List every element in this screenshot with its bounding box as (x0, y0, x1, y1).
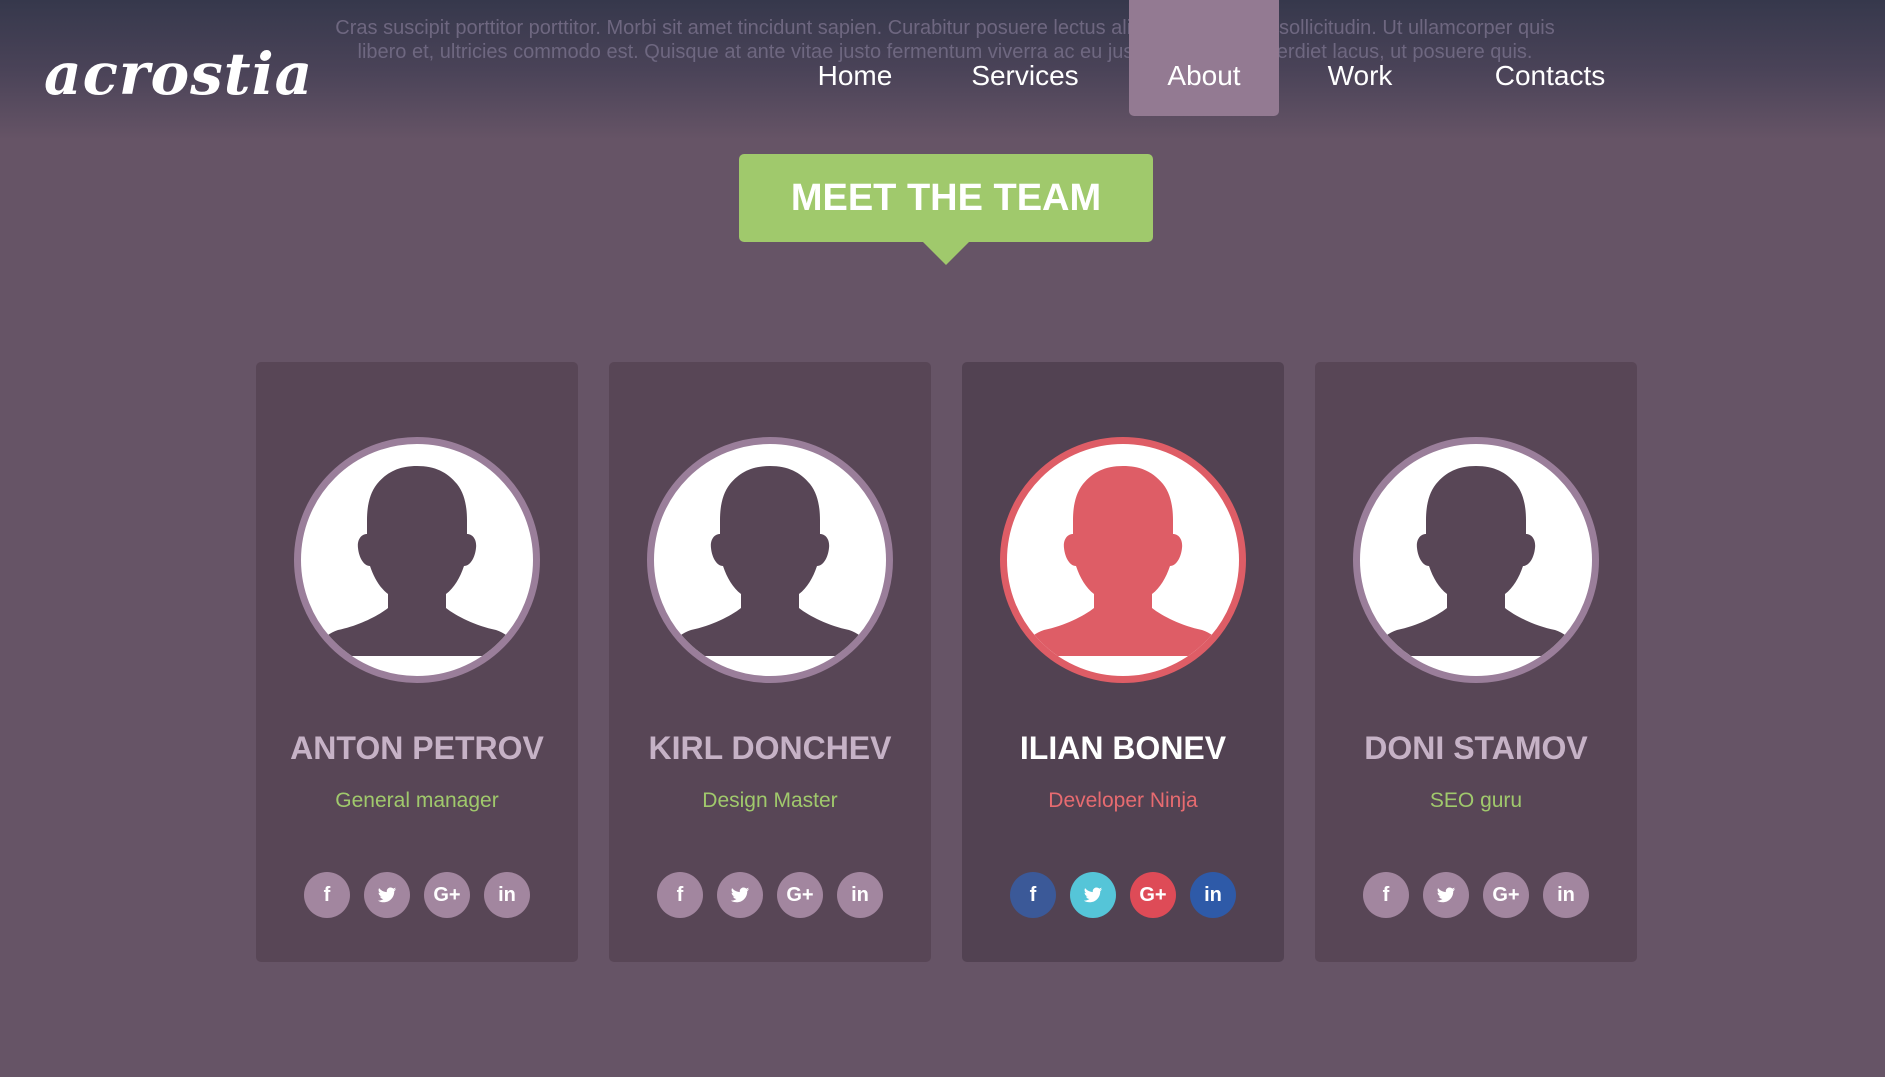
google-plus-icon[interactable]: G+ (1483, 872, 1529, 918)
member-name: ANTON PETROV (290, 730, 544, 766)
team-card-featured: ILIAN BONEV Developer Ninja f G+ in (962, 362, 1284, 962)
nav-services[interactable]: Services (940, 0, 1110, 116)
twitter-icon[interactable] (1070, 872, 1116, 918)
social-links: f G+ in (609, 872, 931, 918)
nav-work[interactable]: Work (1293, 0, 1427, 116)
member-role: Developer Ninja (1048, 789, 1198, 812)
member-name: DONI STAMOV (1364, 730, 1588, 766)
facebook-icon[interactable]: f (1363, 872, 1409, 918)
site-logo[interactable]: acrostia (44, 40, 313, 108)
user-silhouette-icon (1016, 466, 1230, 656)
facebook-icon[interactable]: f (1010, 872, 1056, 918)
avatar (294, 437, 540, 683)
user-silhouette-icon (310, 466, 524, 656)
nav-home[interactable]: Home (785, 0, 925, 116)
social-links: f G+ in (256, 872, 578, 918)
section-title: MEET THE TEAM (739, 154, 1153, 242)
member-name: KIRL DONCHEV (648, 730, 892, 766)
member-role: SEO guru (1429, 789, 1523, 812)
avatar (1353, 437, 1599, 683)
team-card: DONI STAMOV SEO guru f G+ in (1315, 362, 1637, 962)
linkedin-icon[interactable]: in (837, 872, 883, 918)
linkedin-icon[interactable]: in (484, 872, 530, 918)
google-plus-icon[interactable]: G+ (1130, 872, 1176, 918)
user-silhouette-icon (1369, 466, 1583, 656)
twitter-icon[interactable] (1423, 872, 1469, 918)
avatar (1000, 437, 1246, 683)
member-role: Design Master (702, 789, 838, 812)
google-plus-icon[interactable]: G+ (424, 872, 470, 918)
avatar (647, 437, 893, 683)
linkedin-icon[interactable]: in (1543, 872, 1589, 918)
team-card: ANTON PETROV General manager f G+ in (256, 362, 578, 962)
social-links: f G+ in (1315, 872, 1637, 918)
google-plus-icon[interactable]: G+ (777, 872, 823, 918)
nav-about[interactable]: About (1129, 0, 1279, 116)
social-links: f G+ in (962, 872, 1284, 918)
user-silhouette-icon (663, 466, 877, 656)
facebook-icon[interactable]: f (304, 872, 350, 918)
twitter-icon[interactable] (364, 872, 410, 918)
twitter-icon[interactable] (717, 872, 763, 918)
facebook-icon[interactable]: f (657, 872, 703, 918)
nav-contacts[interactable]: Contacts (1465, 0, 1635, 116)
linkedin-icon[interactable]: in (1190, 872, 1236, 918)
team-card: KIRL DONCHEV Design Master f G+ in (609, 362, 931, 962)
member-role: General manager (335, 789, 499, 812)
section-title-pointer (923, 242, 969, 265)
member-name: ILIAN BONEV (1019, 730, 1227, 766)
